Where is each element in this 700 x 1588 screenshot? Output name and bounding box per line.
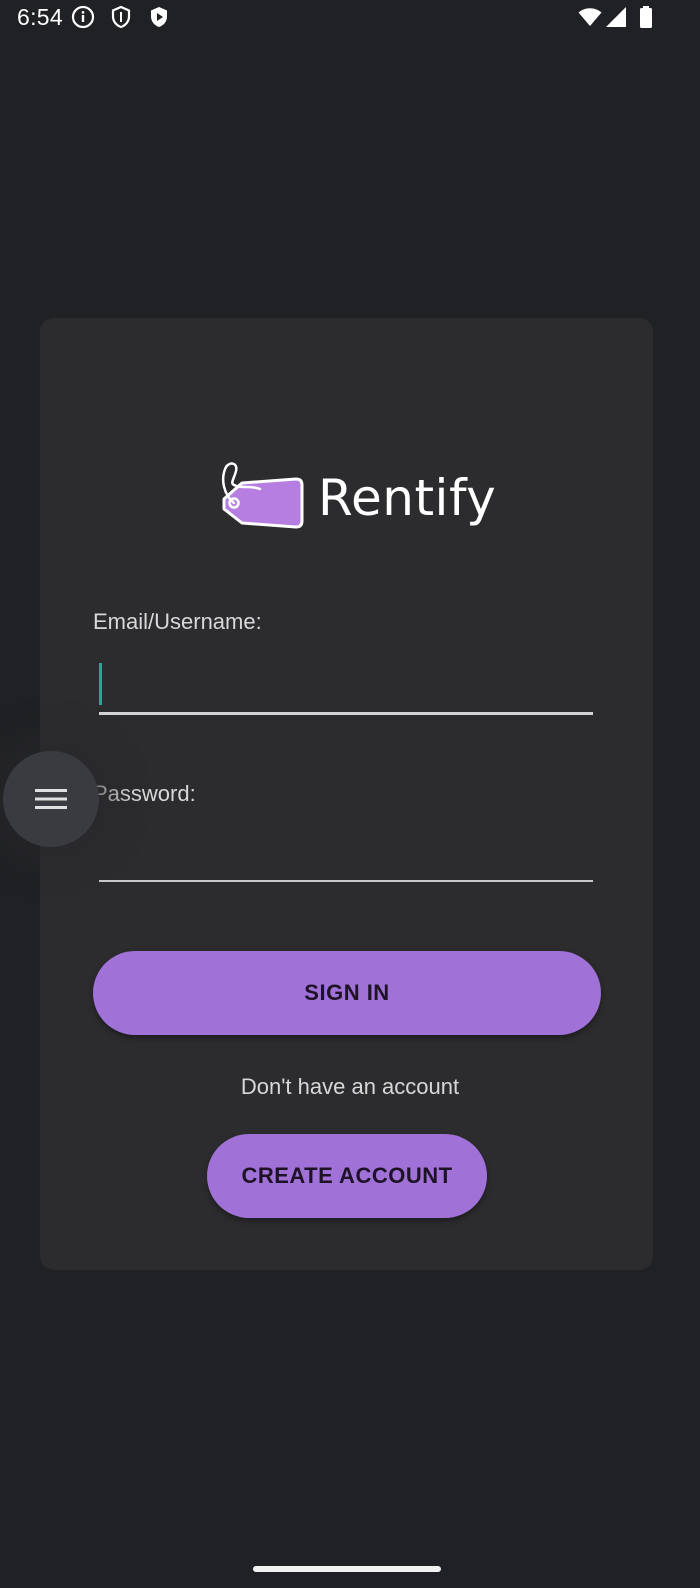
play-badge-icon bbox=[147, 5, 171, 29]
password-field[interactable] bbox=[99, 826, 593, 878]
password-field-underline bbox=[99, 880, 593, 882]
hamburger-menu-icon bbox=[35, 789, 67, 809]
battery-icon bbox=[634, 5, 658, 29]
floating-menu-button[interactable] bbox=[3, 751, 99, 847]
create-account-button-label: CREATE ACCOUNT bbox=[241, 1163, 453, 1188]
shield-icon bbox=[109, 5, 133, 29]
signal-icon bbox=[604, 5, 628, 29]
sign-in-button[interactable]: SIGN IN bbox=[93, 951, 601, 1035]
status-bar: 6:54 bbox=[0, 0, 700, 36]
no-account-text: Don't have an account bbox=[240, 1074, 460, 1099]
info-icon bbox=[71, 5, 95, 29]
email-field-underline bbox=[99, 712, 593, 715]
sign-in-button-label: SIGN IN bbox=[304, 980, 390, 1005]
text-cursor bbox=[99, 663, 102, 705]
app-logo: Rentify bbox=[220, 461, 496, 533]
email-field[interactable] bbox=[99, 654, 593, 706]
wifi-icon bbox=[578, 5, 602, 29]
price-tag-icon bbox=[222, 462, 304, 529]
app-name: Rentify bbox=[318, 469, 497, 527]
password-label: Password: bbox=[93, 781, 196, 806]
email-label: Email/Username: bbox=[93, 609, 262, 634]
home-indicator[interactable] bbox=[253, 1566, 441, 1572]
status-time: 6:54 bbox=[17, 4, 63, 30]
create-account-button[interactable]: CREATE ACCOUNT bbox=[207, 1134, 487, 1218]
